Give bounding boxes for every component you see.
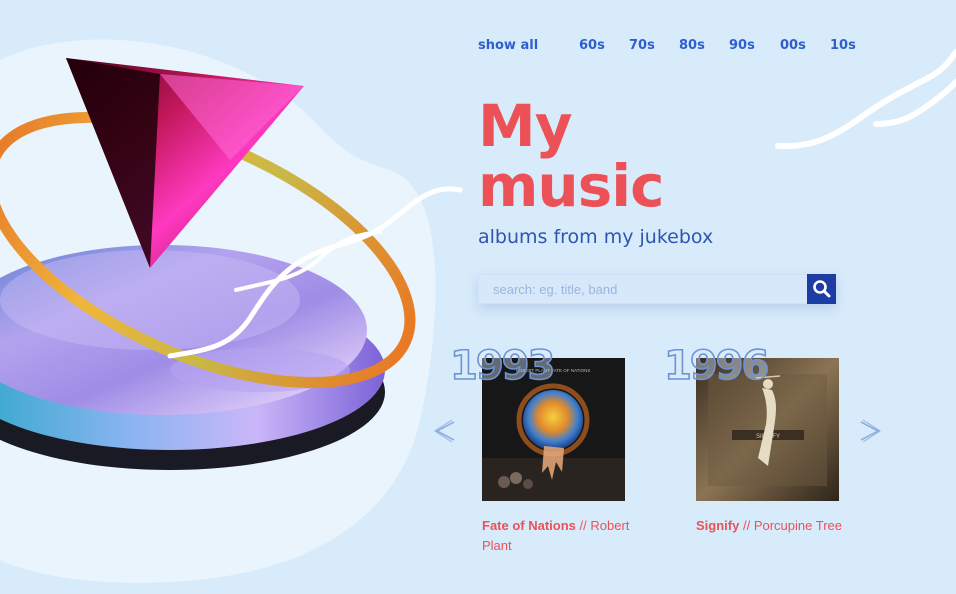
carousel-prev-button[interactable] — [432, 414, 458, 448]
page-subtitle: albums from my jukebox — [478, 226, 714, 248]
album-cover[interactable]: ROBERT PLANT FATE OF NATIONS — [482, 358, 625, 501]
album-caption: Signify // Porcupine Tree — [696, 516, 846, 536]
carousel-next-button[interactable] — [857, 414, 883, 448]
album-cover[interactable]: SIGNIFY — [696, 358, 839, 501]
search-button[interactable] — [807, 274, 836, 304]
nav-10s[interactable]: 10s — [830, 38, 856, 53]
nav-show-all[interactable]: show all — [478, 38, 538, 53]
album-title[interactable]: Signify — [696, 518, 739, 533]
search-icon — [813, 280, 831, 298]
album-artist[interactable]: Porcupine Tree — [754, 518, 842, 533]
chevron-left-icon — [434, 419, 455, 443]
album-separator: // — [579, 518, 587, 533]
search-bar — [478, 274, 836, 304]
page-title: My music — [478, 92, 665, 220]
title-line-1: My — [478, 92, 573, 160]
title-line-2: music — [478, 152, 665, 220]
album-separator: // — [742, 518, 751, 533]
album-caption: Fate of Nations // Robert Plant — [482, 516, 632, 556]
hero-illustration — [0, 58, 416, 470]
nav-70s[interactable]: 70s — [629, 38, 655, 53]
search-input[interactable] — [478, 274, 808, 304]
album-title[interactable]: Fate of Nations — [482, 518, 576, 533]
nav-90s[interactable]: 90s — [729, 38, 755, 53]
nav-80s[interactable]: 80s — [679, 38, 705, 53]
nav-00s[interactable]: 00s — [780, 38, 806, 53]
chevron-right-icon — [860, 419, 881, 443]
nav-60s[interactable]: 60s — [579, 38, 605, 53]
cover-text: ROBERT PLANT FATE OF NATIONS — [516, 368, 591, 373]
